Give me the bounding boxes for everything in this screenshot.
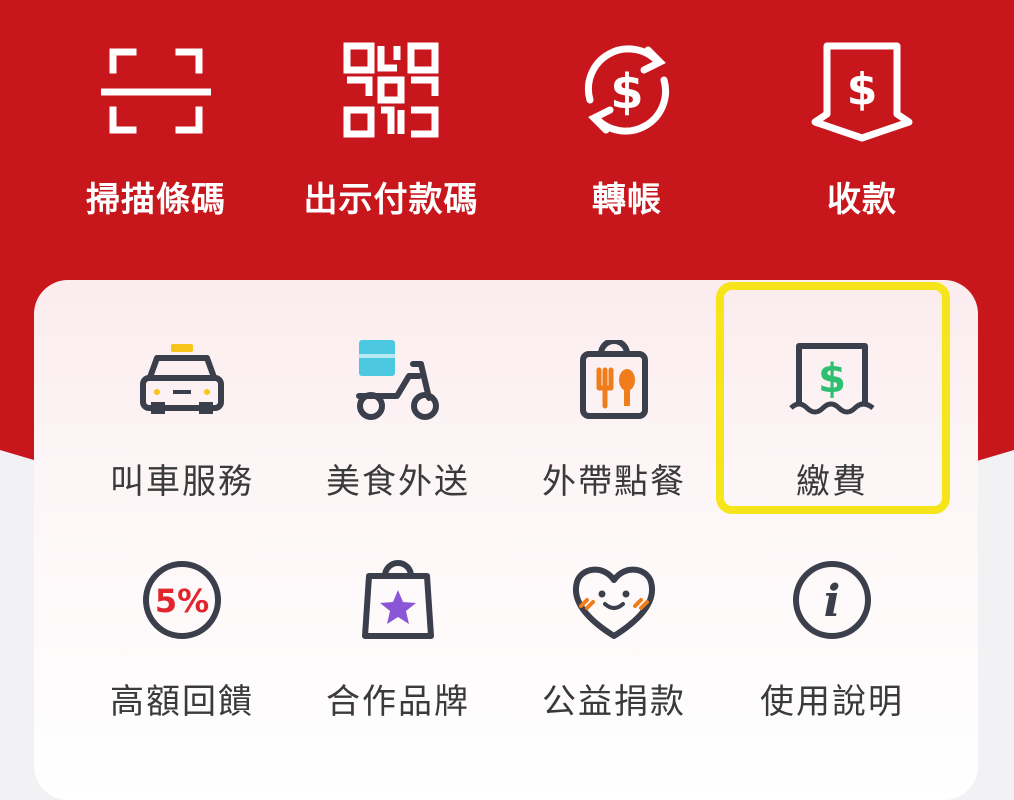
scan-barcode-label: 掃描條碼	[86, 180, 226, 220]
charity-donation-button[interactable]: 公益捐款	[504, 560, 724, 740]
taxi-service-button[interactable]: 叫車服務	[72, 340, 292, 520]
transfer-icon: $	[584, 45, 670, 135]
five-percent-icon: 5%	[143, 561, 221, 639]
svg-text:$: $	[847, 64, 878, 115]
partner-brands-button[interactable]: 合作品牌	[288, 560, 508, 740]
user-guide-button[interactable]: i 使用說明	[722, 560, 942, 740]
shopping-bag-star-icon	[362, 560, 434, 639]
charity-donation-label: 公益捐款	[542, 682, 686, 722]
high-cashback-button[interactable]: 5% 高額回饋	[72, 560, 292, 740]
high-cashback-label: 高額回饋	[110, 682, 254, 722]
bill-payment-highlight	[716, 282, 950, 514]
scan-icon	[101, 48, 211, 134]
takeout-order-label: 外帶點餐	[542, 462, 686, 502]
receive-money-icon: $	[811, 42, 913, 142]
show-payment-code-label: 出示付款碼	[303, 180, 479, 220]
quick-actions-bar: 掃描條碼 出示付款碼 $ 轉帳 $ 收款	[0, 0, 1014, 260]
taxi-icon	[140, 344, 224, 414]
takeout-order-button[interactable]: 外帶點餐	[504, 340, 724, 520]
heart-smile-icon	[573, 566, 655, 639]
receive-money-label: 收款	[827, 180, 897, 220]
takeout-bag-icon	[580, 340, 648, 419]
svg-text:5%: 5%	[155, 582, 209, 620]
delivery-scooter-icon	[356, 340, 439, 420]
taxi-service-label: 叫車服務	[110, 462, 254, 502]
qr-code-icon	[343, 42, 439, 138]
food-delivery-button[interactable]: 美食外送	[288, 340, 508, 520]
receive-money-button[interactable]: $ 收款	[752, 38, 972, 228]
partner-brands-label: 合作品牌	[326, 682, 470, 722]
svg-text:$: $	[610, 64, 643, 120]
transfer-button[interactable]: $ 轉帳	[517, 38, 737, 228]
show-payment-code-button[interactable]: 出示付款碼	[281, 38, 501, 228]
transfer-label: 轉帳	[592, 180, 662, 220]
scan-barcode-button[interactable]: 掃描條碼	[46, 38, 266, 228]
food-delivery-label: 美食外送	[326, 462, 470, 502]
info-icon: i	[793, 561, 871, 639]
svg-text:i: i	[824, 576, 841, 627]
user-guide-label: 使用說明	[760, 682, 904, 722]
